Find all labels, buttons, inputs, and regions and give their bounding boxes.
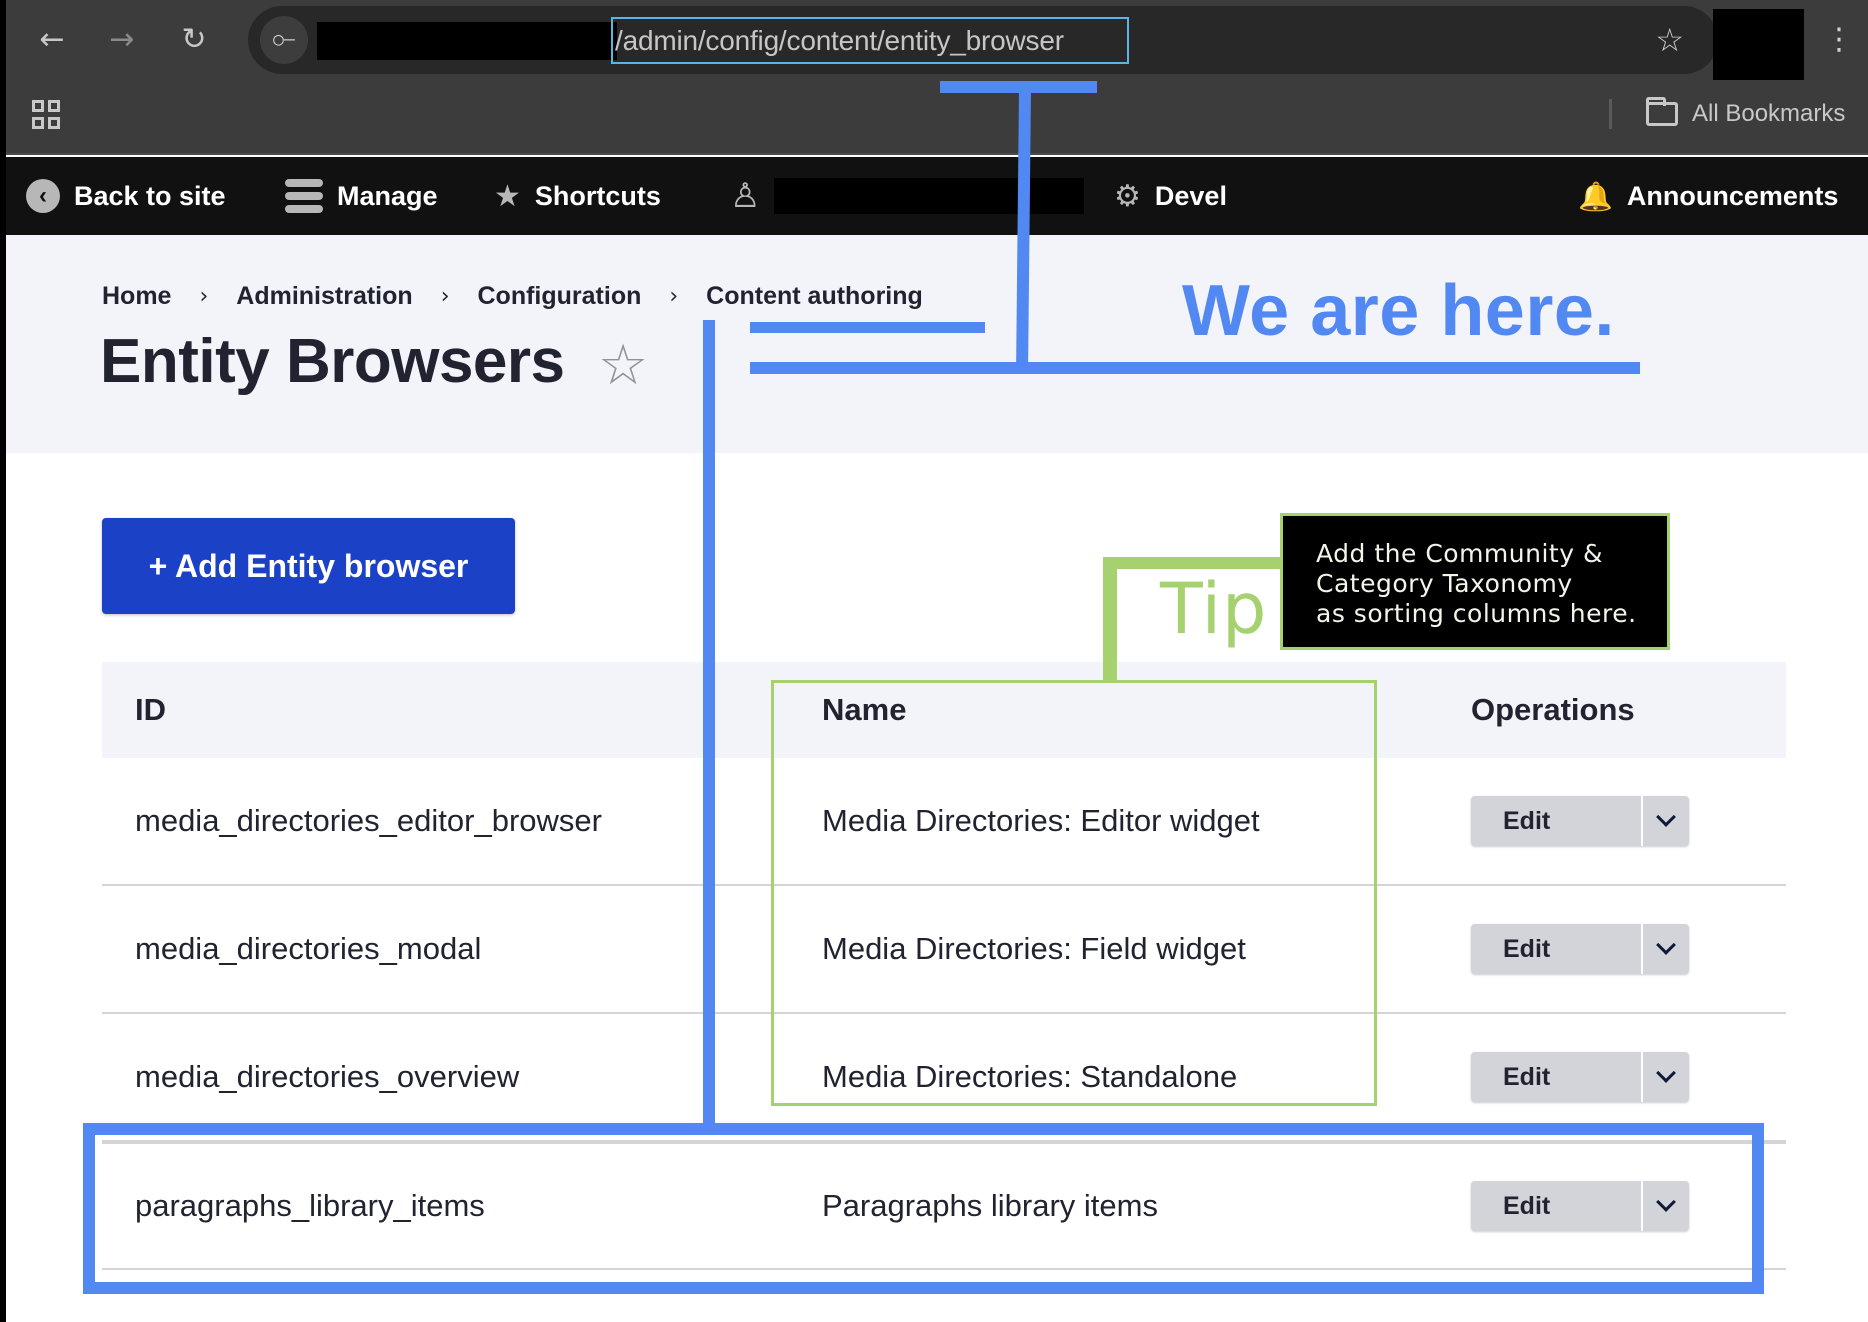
edit-button[interactable]: Edit: [1471, 796, 1641, 846]
back-circle-icon: ‹: [26, 179, 60, 213]
chevron-down-icon: [1656, 1063, 1676, 1083]
user-tab[interactable]: ♙: [730, 157, 1085, 235]
browser-menu-icon[interactable]: ⋮: [1824, 20, 1854, 60]
add-entity-browser-button[interactable]: + Add Entity browser: [102, 518, 515, 614]
bookmarks-divider: [1609, 99, 1612, 129]
tip-connector-vertical: [1103, 557, 1117, 681]
redacted-username: [774, 178, 1085, 214]
address-bar[interactable]: ○– /admin/config/content/entity_browser …: [248, 6, 1718, 74]
row-id: media_directories_editor_browser: [135, 803, 602, 838]
annotation-breadcrumb-underline: [750, 322, 985, 333]
shortcuts-label: Shortcuts: [534, 180, 661, 211]
devel-label: Devel: [1154, 180, 1227, 211]
manage-label: Manage: [337, 180, 438, 211]
tip-line: Add the Community &: [1316, 539, 1603, 568]
operations-toggle[interactable]: [1641, 796, 1689, 846]
breadcrumb-separator: ›: [440, 284, 450, 309]
forward-arrow-icon[interactable]: →: [102, 20, 142, 60]
highlight-box-name-column: [771, 680, 1377, 1106]
page-title: Entity Browsers: [100, 327, 565, 396]
desktop-edge: [0, 0, 6, 1322]
browser-toolbar: ← → ↻ ○– /admin/config/content/entity_br…: [6, 0, 1868, 155]
breadcrumb-content-authoring[interactable]: Content authoring: [706, 282, 923, 311]
highlight-box-paragraphs-row: [83, 1123, 1764, 1294]
chevron-down-icon: [1656, 935, 1676, 955]
breadcrumb-home[interactable]: Home: [102, 282, 171, 311]
breadcrumb-administration[interactable]: Administration: [236, 282, 412, 311]
user-icon: ♙: [730, 176, 761, 216]
breadcrumb: Home › Administration › Configuration › …: [102, 282, 923, 311]
edit-dropbutton: Edit: [1471, 924, 1689, 974]
shortcuts-tab[interactable]: ★ Shortcuts: [494, 157, 661, 235]
admin-toolbar: ‹ Back to site Manage ★ Shortcuts ♙ ⚙ De…: [6, 157, 1868, 235]
breadcrumb-configuration[interactable]: Configuration: [478, 282, 642, 311]
edit-dropbutton: Edit: [1471, 1052, 1689, 1102]
tip-callout: Add the Community & Category Taxonomy as…: [1280, 513, 1670, 650]
url-path-highlight[interactable]: /admin/config/content/entity_browser: [611, 17, 1129, 64]
annotation-underline: [750, 362, 1640, 374]
breadcrumb-separator: ›: [669, 284, 679, 309]
tip-line: as sorting columns here.: [1316, 599, 1637, 628]
bookmark-star-icon[interactable]: ☆: [1655, 16, 1684, 64]
column-header-operations: Operations: [1471, 692, 1635, 727]
bell-icon: 🔔: [1578, 179, 1613, 213]
annotation-vertical-line: [703, 320, 715, 1128]
tip-line: Category Taxonomy: [1316, 569, 1573, 598]
manage-tab[interactable]: Manage: [285, 157, 438, 235]
announcements-tab[interactable]: 🔔 Announcements: [1578, 157, 1838, 235]
gear-icon: ⚙: [1114, 178, 1141, 214]
tip-label: Tip: [1160, 568, 1268, 650]
site-info-icon[interactable]: ○–: [260, 16, 308, 64]
operations-toggle[interactable]: [1641, 1052, 1689, 1102]
apps-grid-icon[interactable]: [32, 100, 62, 130]
hamburger-icon: [285, 179, 323, 213]
back-arrow-icon[interactable]: ←: [32, 20, 72, 60]
reload-icon[interactable]: ↻: [174, 20, 214, 60]
redacted-domain: [317, 22, 617, 60]
edit-button[interactable]: Edit: [1471, 1052, 1641, 1102]
breadcrumb-separator: ›: [199, 284, 209, 309]
announcements-label: Announcements: [1626, 180, 1839, 211]
operations-toggle[interactable]: [1641, 924, 1689, 974]
back-to-site-link[interactable]: ‹ Back to site: [26, 157, 226, 235]
row-operations: Edit: [1471, 1014, 1689, 1140]
star-icon: ★: [494, 178, 521, 214]
we-are-here-annotation: We are here.: [1182, 271, 1615, 351]
edit-dropbutton: Edit: [1471, 796, 1689, 846]
edit-button[interactable]: Edit: [1471, 924, 1641, 974]
redacted-profile: [1713, 9, 1804, 80]
row-operations: Edit: [1471, 886, 1689, 1012]
row-operations: Edit: [1471, 758, 1689, 884]
all-bookmarks-button[interactable]: All Bookmarks: [1646, 96, 1845, 132]
chevron-down-icon: [1656, 807, 1676, 827]
all-bookmarks-label: All Bookmarks: [1692, 100, 1846, 127]
column-header-id: ID: [135, 692, 166, 727]
row-id: media_directories_modal: [135, 931, 482, 966]
folder-icon: [1646, 97, 1678, 126]
row-id: media_directories_overview: [135, 1059, 520, 1094]
devel-tab[interactable]: ⚙ Devel: [1114, 157, 1227, 235]
favorite-star-icon[interactable]: ☆: [598, 336, 648, 396]
back-to-site-label: Back to site: [74, 180, 226, 211]
